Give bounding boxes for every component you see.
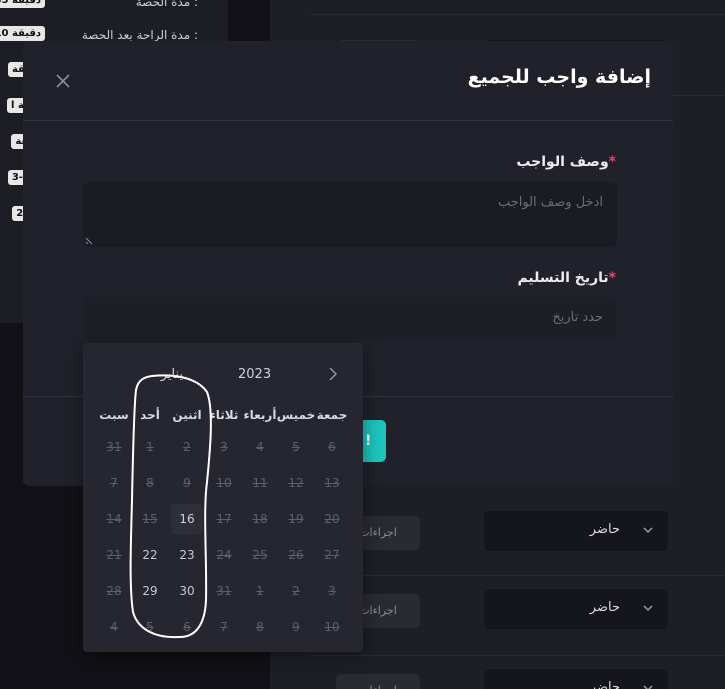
calendar-day: 9 <box>183 476 191 490</box>
weekday-header: جمعة <box>316 408 348 422</box>
status-select[interactable]: حاضر <box>484 669 668 689</box>
calendar-day: 10 <box>324 620 340 634</box>
info-row: مدة الحصة : 35 دقيقة <box>0 0 228 15</box>
calendar-day: 3 <box>328 584 336 598</box>
status-value: حاضر <box>589 600 620 615</box>
calendar-day: 15 <box>142 512 158 526</box>
calendar-day: 12 <box>288 476 304 490</box>
info-label: مدة الراحة بعد الحصة : <box>81 28 198 42</box>
calendar-day: 17 <box>216 512 232 526</box>
status-value: حاضر <box>589 680 620 689</box>
chevron-down-icon <box>643 685 653 689</box>
status-select[interactable]: حاضر <box>484 589 668 629</box>
calendar-day: 7 <box>110 476 118 490</box>
calendar-day[interactable]: 22 <box>134 540 166 570</box>
due-date-label: تاريخ التسليم* <box>517 270 617 286</box>
calendar-day: 21 <box>106 548 122 562</box>
calendar-day: 2 <box>292 584 300 598</box>
required-mark: * <box>608 270 616 286</box>
submit-button[interactable]: ! <box>363 420 386 462</box>
due-date-input[interactable]: حدد تاريخ <box>83 297 617 339</box>
description-label-text: وصف الواجب <box>516 154 609 170</box>
calendar-day: 27 <box>324 548 340 562</box>
modal-header: إضافة واجب للجميع <box>23 41 673 121</box>
row-divider <box>310 655 725 656</box>
due-date-label-text: تاريخ التسليم <box>517 270 609 286</box>
calendar-day: 11 <box>252 476 268 490</box>
info-value: 35 دقيقة <box>0 0 45 8</box>
calendar-day: 3 <box>220 440 228 454</box>
info-value: 10 دقيقة <box>0 26 45 41</box>
calendar-day: 14 <box>106 512 122 526</box>
calendar-day: 8 <box>256 620 264 634</box>
calendar-day: 26 <box>288 548 304 562</box>
calendar-day[interactable]: 29 <box>134 576 166 606</box>
chevron-down-icon <box>643 605 653 612</box>
calendar-day: 31 <box>106 440 122 454</box>
calendar-day: 6 <box>183 620 191 634</box>
calendar-day[interactable]: 23 <box>171 540 203 570</box>
calendar-day: 31 <box>216 584 232 598</box>
calendar-day: 10 <box>216 476 232 490</box>
calendar-day[interactable]: 30 <box>171 576 203 606</box>
calendar-day: 19 <box>288 512 304 526</box>
calendar-day: 28 <box>106 584 122 598</box>
calendar-day: 1 <box>146 440 154 454</box>
calendar-day: 4 <box>256 440 264 454</box>
calendar-day: 25 <box>252 548 268 562</box>
calendar-day: 2 <box>183 440 191 454</box>
calendar-day: 7 <box>220 620 228 634</box>
actions-button[interactable]: اجراءات <box>336 674 420 689</box>
calendar-day: 4 <box>110 620 118 634</box>
close-icon[interactable] <box>53 71 73 91</box>
calendar-day[interactable]: 16 <box>171 504 203 534</box>
date-picker: يناير 2023 سبت أحد اثنين ثلاثاء أربعاء خميس جم… <box>83 343 363 652</box>
description-textarea[interactable]: ادخل وصف الواجب <box>83 182 617 247</box>
calendar-year[interactable]: 2023 <box>238 367 271 382</box>
description-label: وصف الواجب* <box>516 154 617 170</box>
resize-handle-icon[interactable] <box>85 235 95 245</box>
calendar-month[interactable]: يناير <box>161 367 183 382</box>
required-mark: * <box>608 154 616 170</box>
calendar-day: 18 <box>252 512 268 526</box>
description-placeholder: ادخل وصف الواجب <box>497 195 603 210</box>
row-divider <box>310 575 725 576</box>
row-divider <box>310 14 725 15</box>
status-value: حاضر <box>589 522 620 537</box>
calendar-day: 6 <box>328 440 336 454</box>
calendar-day: 20 <box>324 512 340 526</box>
calendar-day: 24 <box>216 548 232 562</box>
calendar-day: 1 <box>256 584 264 598</box>
modal-title: إضافة واجب للجميع <box>467 66 651 88</box>
calendar-day: 13 <box>324 476 340 490</box>
chevron-right-icon[interactable] <box>328 367 338 381</box>
calendar-day: 5 <box>292 440 300 454</box>
calendar-day: 9 <box>292 620 300 634</box>
status-select[interactable]: حاضر <box>484 511 668 551</box>
calendar-day: 5 <box>146 620 154 634</box>
calendar-day: 8 <box>146 476 154 490</box>
due-date-placeholder: حدد تاريخ <box>552 310 603 325</box>
info-label: مدة الحصة : <box>135 0 198 9</box>
chevron-down-icon <box>643 527 653 534</box>
